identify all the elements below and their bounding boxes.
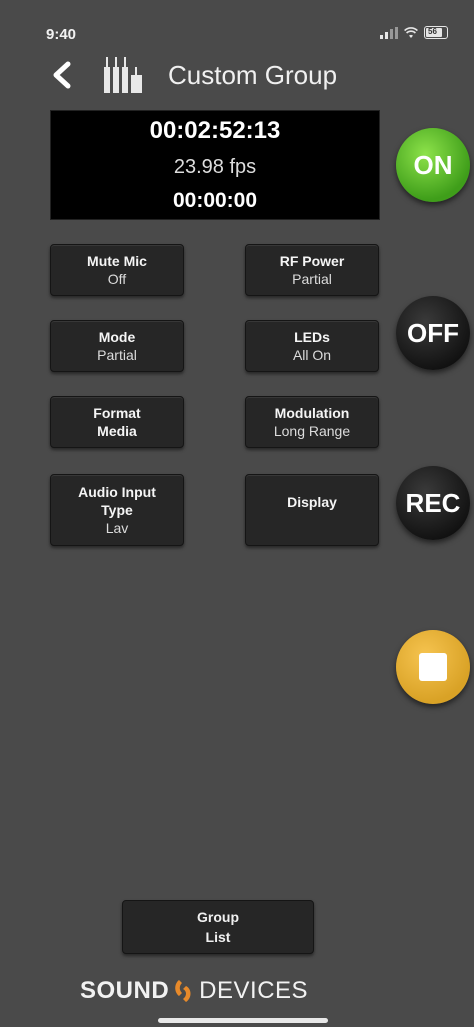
status-icons: 56 (380, 26, 448, 39)
tile-label: Mute Mic (87, 253, 147, 269)
timecode-fps: 23.98 fps (173, 156, 257, 178)
tile-label: RF Power (279, 253, 345, 269)
status-bar: 9:40 56 (0, 0, 474, 48)
audio-input-type-button[interactable]: Audio Input Type Lav (50, 474, 184, 546)
logo-mark-icon (175, 980, 191, 1002)
rf-power-button[interactable]: RF Power Partial (245, 244, 379, 296)
timecode-main: 00:02:52:13 (149, 117, 281, 144)
tile-value: Partial (292, 271, 332, 287)
tile-value: Lav (105, 520, 129, 536)
format-media-button[interactable]: Format Media (50, 396, 184, 448)
display-button[interactable]: Display (245, 474, 379, 546)
off-button[interactable]: OFF (396, 296, 470, 370)
nav-bar: Custom Group (0, 50, 474, 100)
tile-label: Audio Input (78, 484, 156, 500)
sound-devices-logo: SOUND DEVICES (80, 974, 308, 1008)
tile-label: Type (101, 502, 133, 518)
stop-button[interactable] (396, 630, 470, 704)
mode-button[interactable]: Mode Partial (50, 320, 184, 372)
on-button[interactable]: ON (396, 128, 470, 202)
logo-text-devices: DEVICES (199, 977, 309, 1004)
wifi-icon (404, 26, 418, 38)
mute-mic-button[interactable]: Mute Mic Off (50, 244, 184, 296)
tile-value: Off (107, 271, 127, 287)
logo-text-sound: SOUND (80, 977, 170, 1004)
tile-value: Long Range (273, 423, 351, 439)
leds-button[interactable]: LEDs All On (245, 320, 379, 372)
modulation-button[interactable]: Modulation Long Range (245, 396, 379, 448)
transmitters-group-icon (104, 57, 142, 93)
status-time: 9:40 (46, 26, 77, 43)
group-list-button[interactable]: Group List (122, 900, 314, 954)
tile-label: Mode (98, 329, 136, 345)
tile-label: Media (97, 423, 137, 439)
cellular-signal-icon (380, 26, 398, 39)
group-list-label: Group List (197, 909, 239, 945)
battery-icon: 56 (424, 26, 448, 39)
page-title: Custom Group (168, 60, 338, 90)
tile-label: Modulation (274, 405, 350, 421)
timecode-display: 00:02:52:13 23.98 fps 00:00:00 (50, 110, 380, 220)
tile-value: All On (292, 347, 332, 363)
rec-button[interactable]: REC (396, 466, 470, 540)
tile-label: LEDs (294, 329, 330, 345)
home-indicator (158, 1018, 328, 1023)
tile-label: Display (287, 494, 337, 510)
stop-icon (419, 653, 447, 681)
battery-level: 56 (428, 27, 437, 36)
timecode-secondary: 00:00:00 (172, 189, 258, 212)
tile-label: Format (93, 405, 141, 421)
chevron-left-icon[interactable] (48, 58, 78, 92)
tile-value: Partial (97, 347, 137, 363)
